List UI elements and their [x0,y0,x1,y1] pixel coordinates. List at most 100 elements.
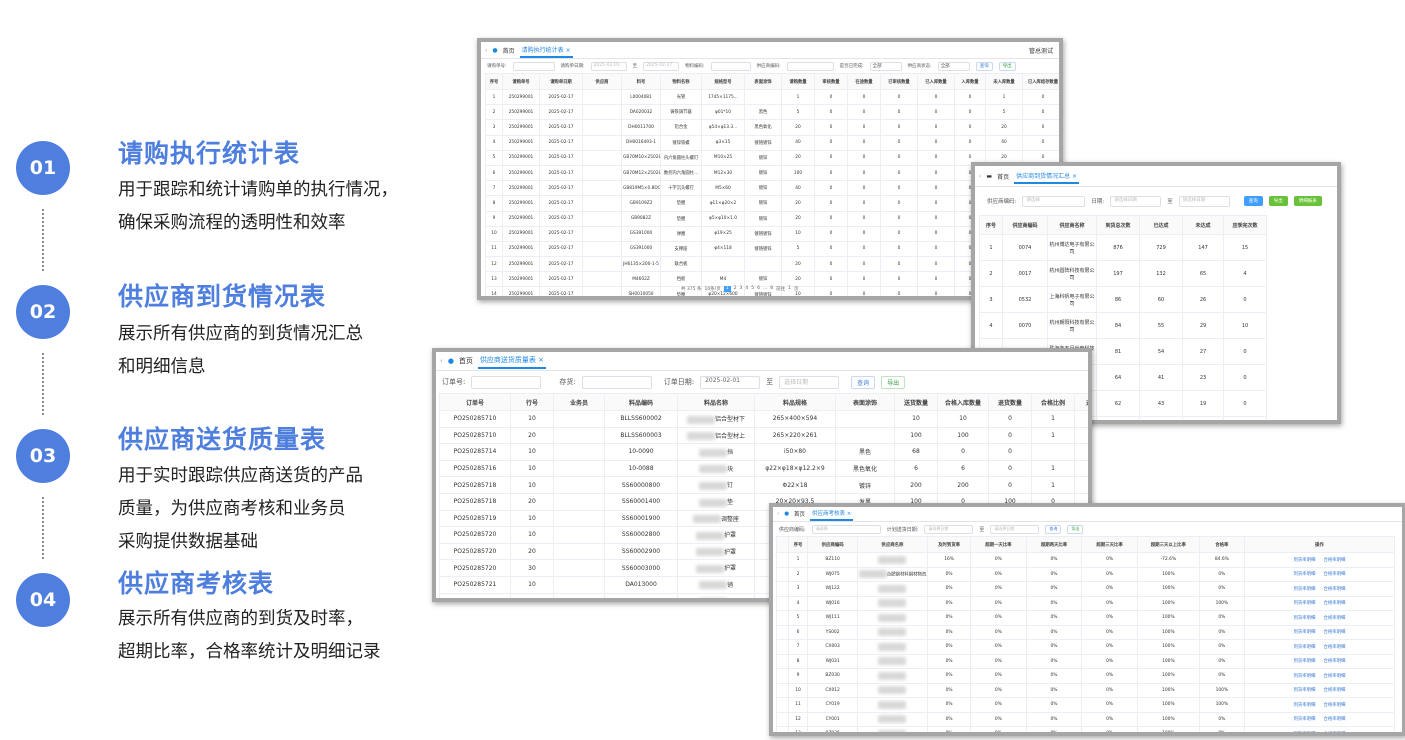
column-header[interactable]: 供应商编码 [1002,215,1048,235]
arrival-rate-detail-link[interactable]: 到货率明细 [1293,616,1315,621]
detail-report-button[interactable]: 明细报表 [1293,196,1322,206]
pass-rate-detail-link[interactable]: 合格率明细 [1323,732,1345,733]
table-row[interactable]: 2 250299001 2025-02-17 DA020032 铸铁调节器 φ01*10 黑… [485,104,1059,121]
export-button[interactable]: 导出 [1268,196,1288,206]
table-row[interactable]: 3 0532 上海科帆电子有限公司 86 60 26 0 [979,286,1267,313]
column-header[interactable]: 订单号 [439,393,511,411]
row-checkbox[interactable] [776,726,789,732]
back-icon[interactable]: ‹ [979,173,981,180]
column-header[interactable]: 合格比例 [1031,393,1075,411]
arrival-rate-detail-link[interactable]: 到货率明细 [1293,674,1315,679]
arrival-rate-detail-link[interactable]: 到货率明细 [1293,659,1315,664]
page-item[interactable]: 页 [794,286,799,292]
request-no-input[interactable] [512,61,555,71]
column-header[interactable]: 超期一天比率 [970,536,1027,553]
column-header[interactable]: 业务员 [553,393,605,411]
row-checkbox[interactable] [776,581,789,597]
row-checkbox[interactable] [776,668,789,684]
arrival-rate-detail-link[interactable]: 到货率明细 [1293,688,1315,693]
column-header[interactable]: 供应商编码 [807,536,858,553]
date-end-input[interactable]: 选择日期 [779,375,840,389]
arrival-rate-detail-link[interactable]: 到货率明细 [1293,558,1315,563]
column-header[interactable]: 退货比例 [1074,393,1088,411]
page-item[interactable]: ... [763,286,767,292]
table-row[interactable]: 1 BZ110 16% 0% 0% 0% -72.6% 84.6% 到货率明细 合格率明细 [776,552,1396,568]
back-icon[interactable]: ‹ [485,47,487,54]
page-item[interactable]: 共 375 条 [681,286,701,292]
date-end-input[interactable]: 请选择日期 [1178,195,1230,207]
table-row[interactable]: PO250285710 20 BLLSS600003 铝合型材上 265×220×261… [439,426,1088,445]
export-button[interactable]: 导出 [1067,524,1084,534]
row-checkbox[interactable] [776,624,789,640]
arrival-rate-detail-link[interactable]: 到货率明细 [1293,732,1315,733]
home-icon[interactable]: ● [784,511,789,517]
column-header[interactable]: 供应商 [582,73,622,90]
table-row[interactable]: 4 250299001 2025-02-17 DH0016493-1 镀锌铁螺 φ3×15… [485,134,1059,151]
supplier-code-input[interactable] [786,61,834,71]
column-header[interactable]: 序号 [787,536,809,553]
column-header[interactable]: 表面涂饰 [835,393,895,411]
column-header[interactable]: 未达成 [1182,215,1224,235]
page-item[interactable]: 4 [745,286,748,292]
page-item[interactable]: 前往 [776,286,785,292]
pass-rate-detail-link[interactable]: 合格率明细 [1323,674,1345,679]
row-checkbox[interactable] [776,610,789,626]
column-header[interactable]: 送货数量 [894,393,938,411]
table-row[interactable]: 2 0017 杭州圆阵科技有限公司 197 132 65 4 [979,260,1267,287]
column-header[interactable]: 及时到货率 [927,536,972,553]
arrival-rate-detail-link[interactable]: 到货率明细 [1293,645,1315,650]
column-header[interactable]: 已入库结存数量 [1022,73,1059,90]
column-header[interactable]: 序号 [485,73,503,90]
row-checkbox[interactable] [776,711,789,727]
table-row[interactable]: 8 WJ031 0% 0% 0% 0% 100% 0% 到货率明细 合格率明细 [776,653,1396,669]
date-end-input[interactable]: 2025-02-27 [643,61,680,71]
supplier-status-select[interactable]: 全部 [937,61,970,71]
column-header[interactable]: 请购单号 [502,73,540,90]
table-row[interactable]: 10 CX012 0% 0% 0% 0% 100% 100% 到货率明细 合格率明细 [776,682,1396,698]
table-row[interactable]: PO250285716 10 10-0088 块 φ22×φ18×φ12.2×9 黑色氧化… [439,459,1088,478]
pass-rate-detail-link[interactable]: 合格率明细 [1323,572,1345,577]
table-row[interactable]: 9 BZ030 0% 0% 0% 0% 100% 0% 到货率明细 合格率明细 [776,668,1396,684]
column-header[interactable]: 退货数量 [988,393,1032,411]
row-checkbox[interactable] [776,682,789,698]
tab-home[interactable]: 首页 [459,356,473,366]
arrival-rate-detail-link[interactable]: 到货率明细 [1293,717,1315,722]
tab-home[interactable]: 首页 [997,172,1009,181]
inventory-input[interactable] [581,375,652,389]
table-row[interactable]: 2 WJ075 合肥钢材料钢材物资... 0% 0% 0% 0% 100% 0% 到货率明细 合格率… [776,566,1396,582]
column-header[interactable]: 供应商名称 [856,536,929,553]
column-header[interactable]: 超期三天以上比率 [1136,536,1200,553]
arrival-rate-detail-link[interactable]: 到货率明细 [1293,601,1315,606]
pass-rate-detail-link[interactable]: 合格率明细 [1323,601,1345,606]
column-header[interactable]: 已达成 [1139,215,1183,235]
column-header[interactable]: 序号 [979,215,1003,235]
tab-supplier-quality[interactable]: 供应商送货质量表 × [477,353,547,369]
table-row[interactable]: 12 CY001 0% 0% 0% 0% 100% 0% 到货率明细 合格率明细 [776,711,1396,727]
date-start-input[interactable]: 请选择日期 [1110,195,1162,207]
table-row[interactable]: 11 CY019 0% 0% 0% 0% 100% 100% 到货率明细 合格率明细 [776,697,1396,713]
table-row[interactable]: PO250285718 10 SS60000800 钉 Φ22×18 镀锌 200 200 0 1… [439,476,1088,494]
column-header[interactable]: 已审核数量 [880,73,918,90]
table-row[interactable]: 5 WJ111 0% 0% 0% 0% 100% 0% 到货率明细 合格率明细 [776,610,1396,626]
column-header[interactable]: 超期三天比率 [1081,536,1138,553]
row-checkbox[interactable] [776,566,789,582]
pass-rate-detail-link[interactable]: 合格率明细 [1323,659,1345,664]
table-row[interactable]: 13 BZ036 0% 0% 0% 0% 100% 0% 到货率明细 合格率明细 [776,726,1396,733]
column-header[interactable]: 合格率 [1198,536,1245,553]
column-header[interactable]: 操作 [1243,536,1396,553]
back-icon[interactable]: ‹ [440,357,443,365]
user-name[interactable]: 管总测试 [1029,46,1053,55]
arrival-rate-detail-link[interactable]: 到货率明细 [1293,587,1315,592]
column-header[interactable]: 超期两天比率 [1025,536,1083,553]
tab-purchase-stats[interactable]: 请购执行统计表 × [519,43,573,58]
row-checkbox[interactable] [776,595,789,611]
back-icon[interactable]: ‹ [777,511,779,517]
table-row[interactable]: PO250285710 10 BLLSS600002 铝合型材下 265×400×594… [439,410,1088,428]
pass-rate-detail-link[interactable]: 合格率明细 [1323,717,1345,722]
page-item[interactable]: 8 [770,286,773,292]
column-header[interactable]: 料品名称 [677,393,755,411]
pass-rate-detail-link[interactable]: 合格率明细 [1323,558,1345,563]
page-item[interactable]: 6 [757,286,760,292]
row-checkbox[interactable] [776,697,789,713]
arrival-rate-detail-link[interactable]: 到货率明细 [1293,630,1315,635]
